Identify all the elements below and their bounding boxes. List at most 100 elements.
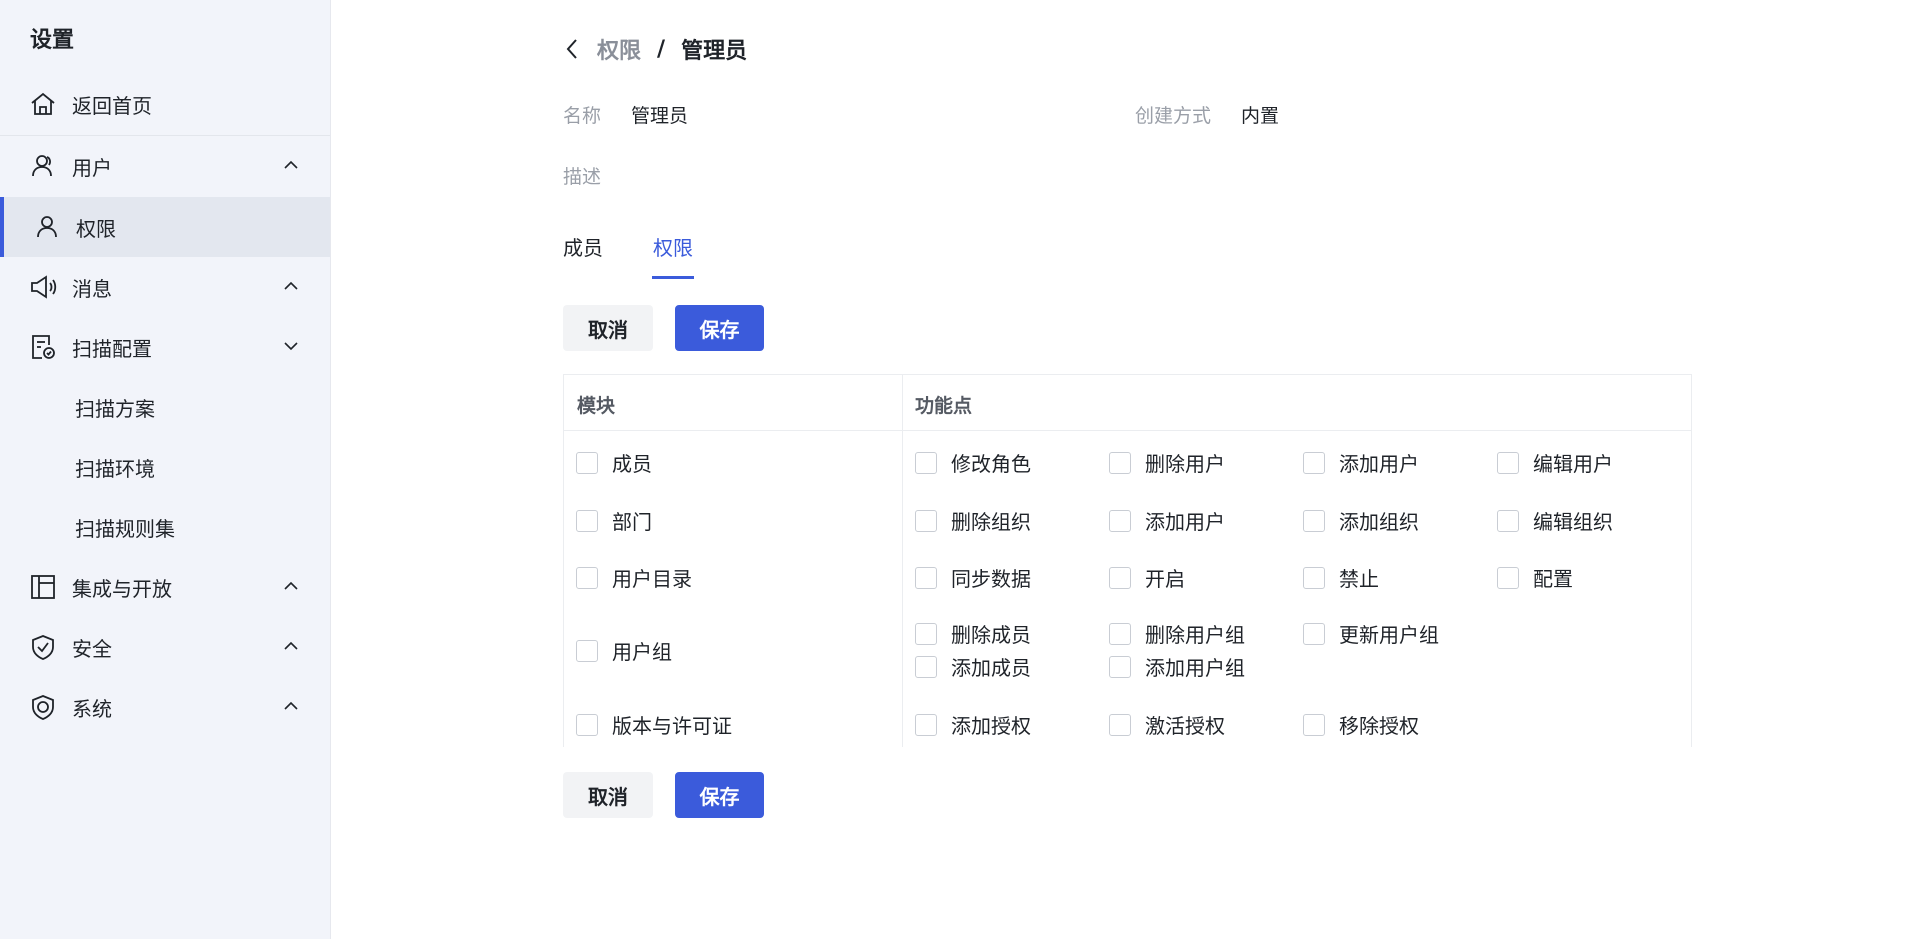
checkbox[interactable] xyxy=(1497,566,1519,589)
chevron-up-icon xyxy=(284,641,298,650)
checkbox[interactable] xyxy=(915,566,937,589)
checkbox[interactable] xyxy=(1109,655,1131,678)
checkbox[interactable] xyxy=(915,451,937,474)
cancel-button-bottom[interactable]: 取消 xyxy=(563,772,653,818)
sidebar-subitem-scan-plan[interactable]: 扫描方案 xyxy=(0,377,330,437)
checkbox[interactable] xyxy=(1497,509,1519,532)
checkbox[interactable] xyxy=(1303,622,1325,645)
checkbox[interactable] xyxy=(1109,509,1131,532)
checkbox-label: 添加用户 xyxy=(1339,452,1419,476)
sidebar-item-integration[interactable]: 集成与开放 xyxy=(0,557,330,617)
feature-checkbox[interactable]: 添加用户 xyxy=(1303,448,1419,477)
sidebar-item-label: 系统 xyxy=(72,696,112,721)
table-header: 模块 功能点 xyxy=(564,375,1691,431)
checkbox-label: 部门 xyxy=(612,510,652,534)
checkbox[interactable] xyxy=(915,622,937,645)
sidebar-item-home[interactable]: 返回首页 xyxy=(0,74,330,134)
feature-checkbox[interactable]: 移除授权 xyxy=(1303,710,1419,739)
save-button-bottom[interactable]: 保存 xyxy=(675,772,764,818)
sidebar-item-label: 扫描配置 xyxy=(72,336,152,361)
checkbox[interactable] xyxy=(1303,713,1325,736)
checkbox[interactable] xyxy=(915,713,937,736)
created-method-value: 内置 xyxy=(1241,105,1280,127)
feature-checkbox[interactable]: 修改角色 xyxy=(915,448,1031,477)
sidebar-subitem-scan-ruleset[interactable]: 扫描规则集 xyxy=(0,497,330,557)
sidebar-item-label: 权限 xyxy=(76,216,116,241)
module-checkbox-departments[interactable]: 部门 xyxy=(576,506,652,535)
feature-checkbox[interactable]: 同步数据 xyxy=(915,563,1031,592)
checkbox[interactable] xyxy=(1109,622,1131,645)
feature-checkbox[interactable]: 删除用户 xyxy=(1109,448,1225,477)
module-checkbox-user-directory[interactable]: 用户目录 xyxy=(576,563,692,592)
feature-checkbox[interactable]: 删除组织 xyxy=(915,506,1031,535)
name-value: 管理员 xyxy=(631,105,689,127)
feature-checkbox[interactable]: 添加成员 xyxy=(915,652,1031,681)
checkbox[interactable] xyxy=(1497,451,1519,474)
sidebar-item-messages[interactable]: 消息 xyxy=(0,257,330,317)
feature-checkbox[interactable]: 配置 xyxy=(1497,563,1573,592)
feature-checkbox[interactable]: 添加用户组 xyxy=(1109,652,1245,681)
sidebar-subitem-scan-env[interactable]: 扫描环境 xyxy=(0,437,330,497)
checkbox[interactable] xyxy=(576,639,598,662)
module-checkbox-members[interactable]: 成员 xyxy=(576,448,652,477)
chevron-up-icon xyxy=(284,581,298,590)
cancel-button[interactable]: 取消 xyxy=(563,305,653,351)
sidebar-item-label: 消息 xyxy=(72,276,112,301)
sidebar-item-label: 用户 xyxy=(72,155,112,180)
checkbox[interactable] xyxy=(576,713,598,736)
sidebar-item-label: 扫描方案 xyxy=(75,396,155,421)
feature-checkbox[interactable]: 删除用户组 xyxy=(1109,619,1245,648)
name-label: 名称 xyxy=(563,105,602,127)
checkbox[interactable] xyxy=(1109,566,1131,589)
sidebar-item-scan-config[interactable]: 扫描配置 xyxy=(0,317,330,377)
sidebar-item-label: 返回首页 xyxy=(72,93,152,118)
checkbox-label: 移除授权 xyxy=(1339,714,1419,738)
feature-checkbox[interactable]: 添加用户 xyxy=(1109,506,1225,535)
checkbox-label: 添加用户组 xyxy=(1145,656,1245,680)
feature-checkbox[interactable]: 禁止 xyxy=(1303,563,1379,592)
save-button[interactable]: 保存 xyxy=(675,305,764,351)
feature-checkbox[interactable]: 开启 xyxy=(1109,563,1185,592)
feature-checkbox[interactable]: 更新用户组 xyxy=(1303,619,1439,648)
feature-checkbox[interactable]: 添加组织 xyxy=(1303,506,1419,535)
module-checkbox-license[interactable]: 版本与许可证 xyxy=(576,710,732,739)
checkbox-label: 删除用户组 xyxy=(1145,623,1245,647)
checkbox-label: 配置 xyxy=(1533,567,1573,591)
checkbox-label: 修改角色 xyxy=(951,452,1031,476)
column-divider xyxy=(902,375,903,747)
checkbox[interactable] xyxy=(915,655,937,678)
checkbox-label: 删除组织 xyxy=(951,510,1031,534)
sidebar-item-users[interactable]: 用户 xyxy=(0,136,330,196)
checkbox-label: 激活授权 xyxy=(1145,714,1225,738)
checkbox[interactable] xyxy=(576,566,598,589)
checkbox[interactable] xyxy=(576,451,598,474)
tab-members[interactable]: 成员 xyxy=(563,232,603,261)
sidebar-item-system[interactable]: 系统 xyxy=(0,677,330,737)
sidebar-item-security[interactable]: 安全 xyxy=(0,617,330,677)
breadcrumb-parent[interactable]: 权限 xyxy=(597,33,641,65)
feature-checkbox[interactable]: 编辑用户 xyxy=(1497,448,1613,477)
checkbox-label: 添加授权 xyxy=(951,714,1031,738)
checkbox-label: 开启 xyxy=(1145,567,1185,591)
checkbox-label: 同步数据 xyxy=(951,567,1031,591)
checkbox[interactable] xyxy=(915,509,937,532)
sidebar-item-permissions[interactable]: 权限 xyxy=(0,197,330,257)
checkbox[interactable] xyxy=(1303,451,1325,474)
back-arrow-icon[interactable] xyxy=(563,37,581,61)
tab-permissions[interactable]: 权限 xyxy=(653,232,693,261)
certificate-icon xyxy=(32,695,54,720)
module-checkbox-user-groups[interactable]: 用户组 xyxy=(576,636,672,665)
feature-checkbox[interactable]: 添加授权 xyxy=(915,710,1031,739)
chevron-up-icon xyxy=(284,701,298,710)
feature-checkbox[interactable]: 编辑组织 xyxy=(1497,506,1613,535)
checkbox[interactable] xyxy=(1109,713,1131,736)
feature-checkbox[interactable]: 激活授权 xyxy=(1109,710,1225,739)
checkbox[interactable] xyxy=(1303,566,1325,589)
breadcrumb-separator: / xyxy=(657,36,666,62)
checkbox[interactable] xyxy=(1303,509,1325,532)
checkbox[interactable] xyxy=(576,509,598,532)
feature-checkbox[interactable]: 删除成员 xyxy=(915,619,1031,648)
checkbox-label: 用户目录 xyxy=(612,567,692,591)
user-icon xyxy=(37,216,57,238)
checkbox[interactable] xyxy=(1109,451,1131,474)
